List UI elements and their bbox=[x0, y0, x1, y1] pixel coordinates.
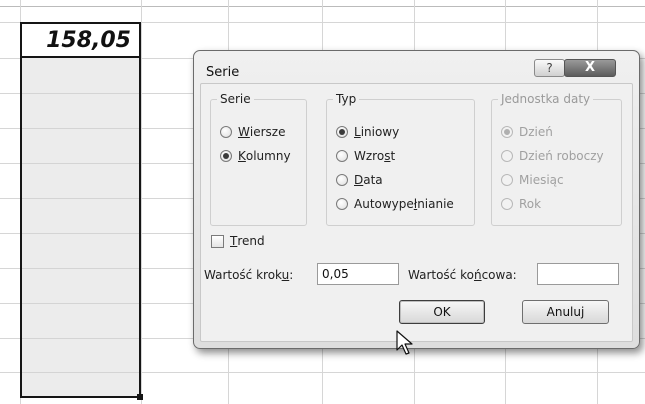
close-button[interactable]: X bbox=[564, 59, 616, 77]
type-group-title: Typ bbox=[333, 92, 360, 106]
grid-line bbox=[141, 0, 142, 404]
radio-label: Dzień bbox=[519, 125, 553, 139]
radio-label: nianie bbox=[417, 197, 454, 211]
radio-button[interactable] bbox=[220, 126, 232, 138]
access-key: D bbox=[354, 173, 364, 187]
radio-columns[interactable]: Kolumny bbox=[220, 149, 291, 163]
step-value-label: Wartość kroku: bbox=[204, 268, 294, 282]
fill-handle[interactable] bbox=[137, 394, 143, 400]
type-group: Typ Liniowy Wzro s t Data Autowype ł nianie bbox=[326, 92, 475, 226]
radio-rows[interactable]: Wiersze bbox=[220, 125, 285, 139]
trend-checkbox[interactable] bbox=[211, 234, 224, 248]
radio-button[interactable] bbox=[336, 126, 348, 138]
radio-button bbox=[501, 174, 513, 186]
dialog-content: Serie Wiersze Kolumny Typ Liniowy Wzro s t bbox=[200, 83, 633, 342]
series-dialog: Serie ? X Serie Wiersze Kolumny Typ Lini… bbox=[193, 50, 640, 349]
radio-label: t bbox=[390, 149, 396, 163]
help-button[interactable]: ? bbox=[534, 59, 565, 77]
radio-button[interactable] bbox=[336, 198, 348, 210]
trend-checkbox-row[interactable]: Trend bbox=[211, 234, 265, 248]
series-in-group: Serie Wiersze Kolumny bbox=[210, 92, 307, 226]
access-key: K bbox=[238, 149, 246, 163]
radio-year: Rok bbox=[501, 197, 541, 211]
radio-label: Rok bbox=[519, 197, 542, 211]
active-cell-value: 158,05 bbox=[46, 28, 131, 53]
radio-label: Dzień roboczy bbox=[519, 149, 604, 163]
radio-label: olumny bbox=[245, 149, 291, 163]
ok-button[interactable]: OK bbox=[399, 300, 485, 324]
radio-label: iersze bbox=[249, 125, 286, 139]
radio-button bbox=[501, 198, 513, 210]
radio-date[interactable]: Data bbox=[336, 173, 383, 187]
radio-button[interactable] bbox=[220, 150, 232, 162]
radio-label: Miesiąc bbox=[519, 173, 564, 187]
date-unit-group: Jednostka daty Dzień Dzień roboczy Miesi… bbox=[491, 92, 622, 226]
radio-button[interactable] bbox=[336, 150, 348, 162]
trend-label: rend bbox=[237, 234, 265, 248]
cancel-button[interactable]: Anuluj bbox=[522, 300, 609, 324]
dialog-title: Serie bbox=[206, 65, 240, 80]
access-key: L bbox=[354, 125, 361, 139]
selected-range[interactable] bbox=[20, 22, 141, 398]
radio-day: Dzień bbox=[501, 125, 553, 139]
access-key: T bbox=[230, 234, 238, 248]
radio-button bbox=[501, 126, 513, 138]
mouse-cursor-icon bbox=[396, 330, 413, 355]
active-cell[interactable]: 158,05 bbox=[20, 22, 141, 58]
radio-month: Miesiąc bbox=[501, 173, 564, 187]
radio-label: ata bbox=[363, 173, 383, 187]
series-in-group-title: Serie bbox=[217, 92, 254, 106]
radio-button bbox=[501, 150, 513, 162]
stop-value-input[interactable] bbox=[537, 263, 619, 285]
stop-value-label: Wartość końcowa: bbox=[408, 268, 517, 282]
radio-label: Autowype bbox=[354, 197, 414, 211]
date-unit-group-title: Jednostka daty bbox=[498, 92, 594, 106]
radio-growth[interactable]: Wzro s t bbox=[336, 149, 395, 163]
radio-button[interactable] bbox=[336, 174, 348, 186]
access-key: W bbox=[238, 125, 250, 139]
radio-autofill[interactable]: Autowype ł nianie bbox=[336, 197, 454, 211]
step-value-input[interactable]: 0,05 bbox=[317, 263, 399, 285]
radio-label: Wzro bbox=[354, 149, 385, 163]
radio-linear[interactable]: Liniowy bbox=[336, 125, 399, 139]
radio-weekday: Dzień roboczy bbox=[501, 149, 604, 163]
radio-label: iniowy bbox=[360, 125, 400, 139]
